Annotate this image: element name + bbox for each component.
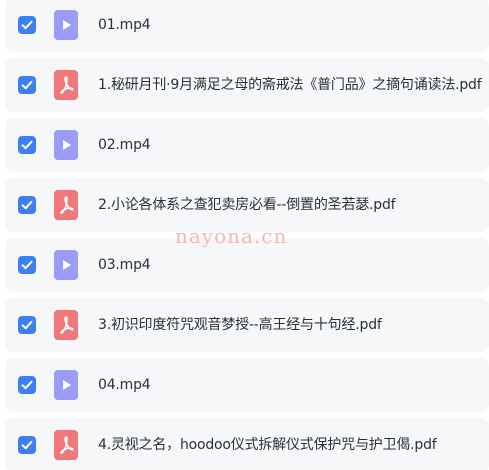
checkbox-checked[interactable] <box>18 136 36 154</box>
file-name: 01.mp4 <box>98 17 151 33</box>
checkbox-checked[interactable] <box>18 316 36 334</box>
file-row[interactable]: 02.mp4 <box>5 118 489 172</box>
file-row[interactable]: 04.mp4 <box>5 358 489 412</box>
file-row[interactable]: 2.小论各体系之查犯卖房必看--倒置的圣若瑟.pdf <box>5 178 489 232</box>
pdf-file-icon <box>54 310 78 340</box>
file-name: 02.mp4 <box>98 137 151 153</box>
pdf-file-icon <box>54 70 78 100</box>
file-list: 01.mp4 1.秘研月刊·9月满足之母的斋戒法《普门品》之摘句诵读法.pdf … <box>0 0 489 470</box>
pdf-file-icon <box>54 190 78 220</box>
file-row[interactable]: 4.灵视之名，hoodoo仪式拆解仪式保护咒与护卫偈.pdf <box>5 418 489 470</box>
file-name: 2.小论各体系之查犯卖房必看--倒置的圣若瑟.pdf <box>98 197 396 213</box>
checkbox-checked[interactable] <box>18 376 36 394</box>
file-row[interactable]: 01.mp4 <box>5 0 489 52</box>
file-name: 3.初识印度符咒观音梦授--高王经与十句经.pdf <box>98 317 382 333</box>
video-file-icon <box>54 370 78 400</box>
checkbox-checked[interactable] <box>18 436 36 454</box>
video-file-icon <box>54 130 78 160</box>
file-row[interactable]: 1.秘研月刊·9月满足之母的斋戒法《普门品》之摘句诵读法.pdf <box>5 58 489 112</box>
checkbox-checked[interactable] <box>18 76 36 94</box>
file-row[interactable]: 03.mp4 <box>5 238 489 292</box>
file-name: 1.秘研月刊·9月满足之母的斋戒法《普门品》之摘句诵读法.pdf <box>98 77 482 93</box>
file-name: 04.mp4 <box>98 377 151 393</box>
checkbox-checked[interactable] <box>18 196 36 214</box>
file-row[interactable]: 3.初识印度符咒观音梦授--高王经与十句经.pdf <box>5 298 489 352</box>
file-name: 4.灵视之名，hoodoo仪式拆解仪式保护咒与护卫偈.pdf <box>98 437 437 453</box>
file-name: 03.mp4 <box>98 257 151 273</box>
checkbox-checked[interactable] <box>18 256 36 274</box>
checkbox-checked[interactable] <box>18 16 36 34</box>
video-file-icon <box>54 10 78 40</box>
video-file-icon <box>54 250 78 280</box>
pdf-file-icon <box>54 430 78 460</box>
